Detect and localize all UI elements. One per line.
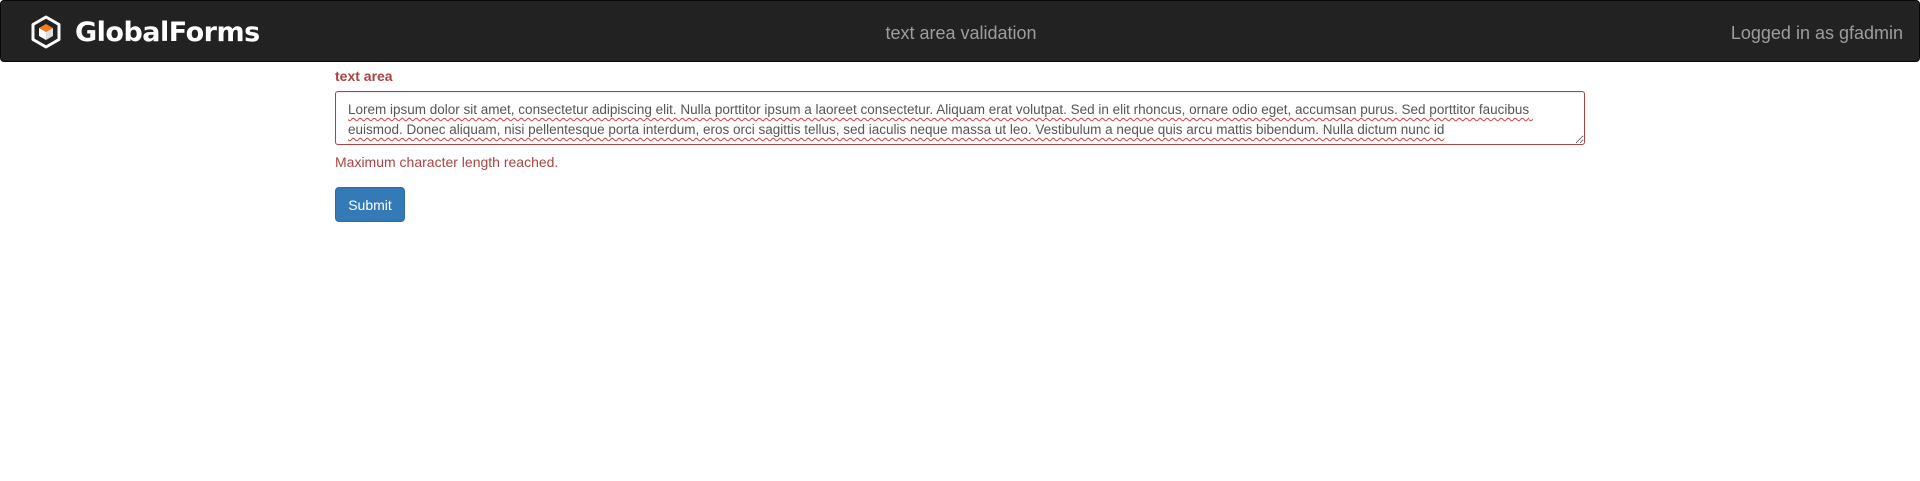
logged-in-user: Logged in as gfadmin <box>1730 23 1903 43</box>
top-navbar: GlobalForms text area validation Logged … <box>0 0 1920 62</box>
submit-button[interactable]: Submit <box>335 187 405 222</box>
text-area-wrapper: Lorem ipsum dolor sit amet, consectetur … <box>335 91 1585 145</box>
form-container: text area Lorem ipsum dolor sit amet, co… <box>335 68 1585 222</box>
text-area-input[interactable]: Lorem ipsum dolor sit amet, consectetur … <box>335 91 1585 145</box>
text-area-label: text area <box>335 68 393 84</box>
page-title: text area validation <box>885 23 1037 43</box>
validation-error-message: Maximum character length reached. <box>335 154 559 170</box>
